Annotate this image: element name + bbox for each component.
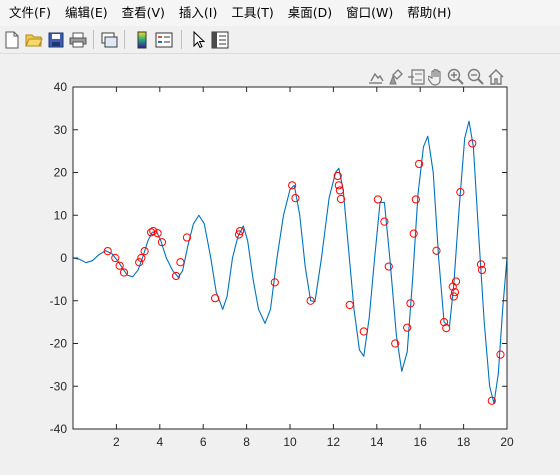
x-tick-label: 20 (500, 435, 514, 449)
pan-hand-icon[interactable] (426, 67, 446, 87)
insert-legend-icon[interactable] (154, 29, 174, 50)
x-tick-label: 14 (370, 435, 384, 449)
property-inspector-icon[interactable] (210, 29, 230, 50)
y-tick-label: -30 (50, 379, 68, 393)
home-icon[interactable] (486, 67, 506, 87)
x-tick-label: 6 (200, 435, 207, 449)
insert-colorbar-icon[interactable] (132, 29, 152, 50)
save-icon[interactable] (46, 29, 66, 50)
export-icon[interactable] (366, 67, 386, 87)
menu-view[interactable]: 查看(V) (115, 2, 172, 24)
x-tick-label: 4 (156, 435, 163, 449)
x-tick-label: 8 (243, 435, 250, 449)
x-tick-label: 18 (457, 435, 471, 449)
zoom-out-icon[interactable] (466, 67, 486, 87)
link-plot-icon[interactable] (99, 29, 119, 50)
x-tick-label: 2 (113, 435, 120, 449)
menu-bar: 文件(F) 编辑(E) 查看(V) 插入(I) 工具(T) 桌面(D) 窗口(W) 帮助(H) (0, 0, 560, 26)
y-tick-label: -10 (50, 294, 68, 308)
figure-toolbar (0, 26, 560, 54)
y-tick-label: 20 (54, 166, 68, 180)
new-figure-icon[interactable] (2, 29, 22, 50)
figure-canvas: 2 4 6 8 10 12 14 16 18 20 -40 -30 -20 -10 0 10 20 30 40 (0, 55, 560, 475)
x-tick-label: 12 (327, 435, 341, 449)
y-tick-label: 10 (54, 208, 68, 222)
x-tick-label: 16 (414, 435, 428, 449)
menu-file[interactable]: 文件(F) (2, 2, 58, 24)
x-tick-label: 10 (283, 435, 297, 449)
brush-icon[interactable] (387, 67, 407, 87)
menu-edit[interactable]: 编辑(E) (58, 2, 115, 24)
print-icon[interactable] (68, 29, 88, 50)
y-tick-label: 0 (60, 251, 67, 265)
y-tick-label: -40 (50, 422, 68, 436)
y-tick-label: 40 (54, 80, 68, 94)
menu-desktop[interactable]: 桌面(D) (281, 2, 339, 24)
plot-area: 2 4 6 8 10 12 14 16 18 20 -40 -30 -20 -10 0 10 20 30 40 (50, 80, 514, 449)
menu-window[interactable]: 窗口(W) (339, 2, 400, 24)
menu-insert[interactable]: 插入(I) (172, 2, 224, 24)
menu-tools[interactable]: 工具(T) (224, 2, 280, 24)
open-file-icon[interactable] (24, 29, 44, 50)
menu-help[interactable]: 帮助(H) (400, 2, 458, 24)
y-tick-label: -20 (50, 337, 68, 351)
pointer-icon[interactable] (188, 29, 208, 50)
zoom-in-icon[interactable] (446, 67, 466, 87)
data-tips-icon[interactable] (406, 67, 426, 87)
y-tick-label: 30 (54, 123, 68, 137)
